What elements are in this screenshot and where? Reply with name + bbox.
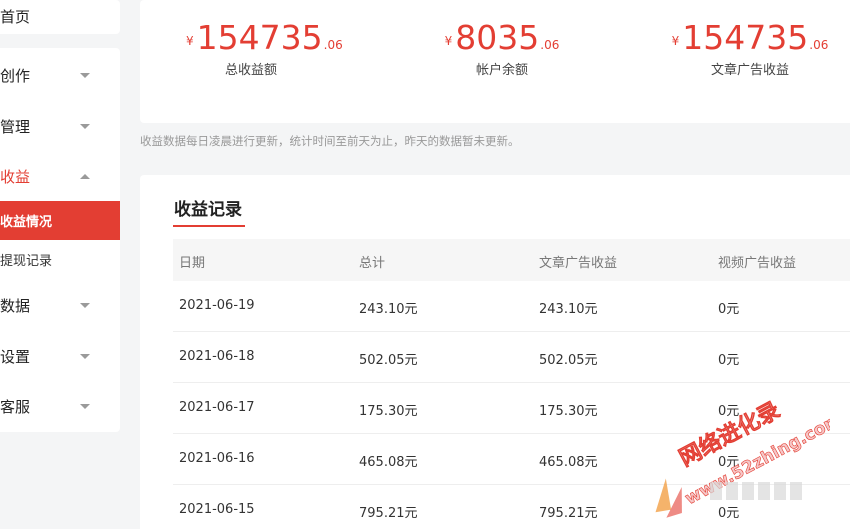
sidebar-item-label: 收益 [0, 167, 31, 186]
income-records-card: 收益记录 日期 总计 文章广告收益 视频广告收益 2021-06-19 243.… [140, 175, 850, 529]
currency-symbol: ¥ [671, 34, 680, 48]
stat-caption: 帐户余额 [475, 63, 528, 78]
amount-decimal: .06 [540, 38, 560, 52]
cell-date: 2021-06-15 [179, 502, 255, 517]
title-underline [173, 225, 245, 227]
column-header-video-ad: 视频广告收益 [718, 256, 797, 271]
sidebar-subitem-income-overview[interactable]: 收益情况 [0, 201, 120, 240]
stat-amount: ¥8035.06 [442, 18, 562, 57]
cell-article-ad: 502.05元 [539, 353, 598, 368]
stat-amount: ¥154735.06 [670, 18, 830, 57]
sidebar-subitem-label: 收益情况 [0, 215, 53, 230]
table-row: 2021-06-16 465.08元 465.08元 0元 [173, 434, 850, 485]
cell-video-ad: 0元 [718, 302, 740, 317]
sidebar-item-label: 客服 [0, 397, 31, 416]
column-header-article-ad: 文章广告收益 [539, 256, 618, 271]
cell-video-ad: 0元 [718, 404, 740, 419]
stat-total-income: ¥154735.06 总收益额 [186, 18, 343, 78]
cell-total: 795.21元 [359, 506, 418, 521]
income-summary-card: ¥154735.06 总收益额 ¥8035.06 帐户余额 ¥154735.06… [140, 0, 850, 123]
cell-total: 175.30元 [359, 404, 418, 419]
watermark-blur [710, 482, 825, 512]
cell-date: 2021-06-19 [179, 298, 255, 313]
sidebar-item-settings[interactable]: 设置 [0, 336, 120, 376]
column-header-date: 日期 [179, 256, 206, 271]
amount-decimal: .06 [323, 38, 343, 52]
cell-article-ad: 465.08元 [539, 455, 598, 470]
sidebar-item-create[interactable]: 创作 [0, 55, 120, 95]
cell-total: 243.10元 [359, 302, 418, 317]
table-header: 日期 总计 文章广告收益 视频广告收益 [173, 239, 850, 281]
cell-article-ad: 175.30元 [539, 404, 598, 419]
sidebar-item-label: 管理 [0, 117, 31, 136]
chevron-down-icon [80, 73, 90, 78]
sidebar-subitem-withdraw-records[interactable]: 提现记录 [0, 240, 120, 279]
sidebar-item-manage[interactable]: 管理 [0, 106, 120, 146]
sidebar-item-income[interactable]: 收益 [0, 156, 120, 196]
cell-date: 2021-06-18 [179, 349, 255, 364]
cell-date: 2021-06-17 [179, 400, 255, 415]
sidebar: 创作 管理 收益 收益情况 提现记录 数据 设置 客服 [0, 48, 120, 432]
sidebar-item-home[interactable]: 首页 [0, 0, 120, 36]
table-row: 2021-06-18 502.05元 502.05元 0元 [173, 332, 850, 383]
currency-symbol: ¥ [186, 34, 194, 48]
stat-account-balance: ¥8035.06 帐户余额 [442, 18, 562, 78]
update-notice: 收益数据每日凌晨进行更新，统计时间至前天为止，昨天的数据暂未更新。 [140, 134, 520, 148]
sidebar-item-label: 首页 [0, 7, 31, 26]
stat-article-ad-income: ¥154735.06 文章广告收益 [670, 18, 830, 78]
stat-caption: 总收益额 [224, 63, 277, 78]
stat-caption: 文章广告收益 [710, 63, 789, 78]
amount-integer: 154735 [196, 18, 323, 57]
table-row: 2021-06-19 243.10元 243.10元 0元 [173, 281, 850, 332]
currency-symbol: ¥ [444, 34, 453, 48]
sidebar-item-support[interactable]: 客服 [0, 386, 120, 426]
cell-date: 2021-06-16 [179, 451, 255, 466]
sidebar-item-label: 数据 [0, 296, 31, 315]
cell-video-ad: 0元 [718, 353, 740, 368]
chevron-up-icon [80, 174, 90, 179]
column-header-total: 总计 [359, 256, 386, 271]
amount-integer: 8035 [455, 18, 540, 57]
amount-decimal: .06 [809, 38, 829, 52]
cell-total: 465.08元 [359, 455, 418, 470]
sidebar-subitem-label: 提现记录 [0, 254, 53, 269]
sidebar-item-label: 设置 [0, 347, 31, 366]
chevron-down-icon [80, 303, 90, 308]
amount-integer: 154735 [682, 18, 809, 57]
chevron-down-icon [80, 354, 90, 359]
cell-article-ad: 795.21元 [539, 506, 598, 521]
cell-total: 502.05元 [359, 353, 418, 368]
sidebar-item-data[interactable]: 数据 [0, 285, 120, 325]
sidebar-item-label: 创作 [0, 66, 31, 85]
cell-video-ad: 0元 [718, 455, 740, 470]
table-row: 2021-06-17 175.30元 175.30元 0元 [173, 383, 850, 434]
chevron-down-icon [80, 124, 90, 129]
stat-amount: ¥154735.06 [186, 18, 343, 57]
chevron-down-icon [80, 404, 90, 409]
cell-article-ad: 243.10元 [539, 302, 598, 317]
section-title: 收益记录 [174, 200, 242, 220]
sidebar-home-card: 首页 [0, 0, 120, 34]
